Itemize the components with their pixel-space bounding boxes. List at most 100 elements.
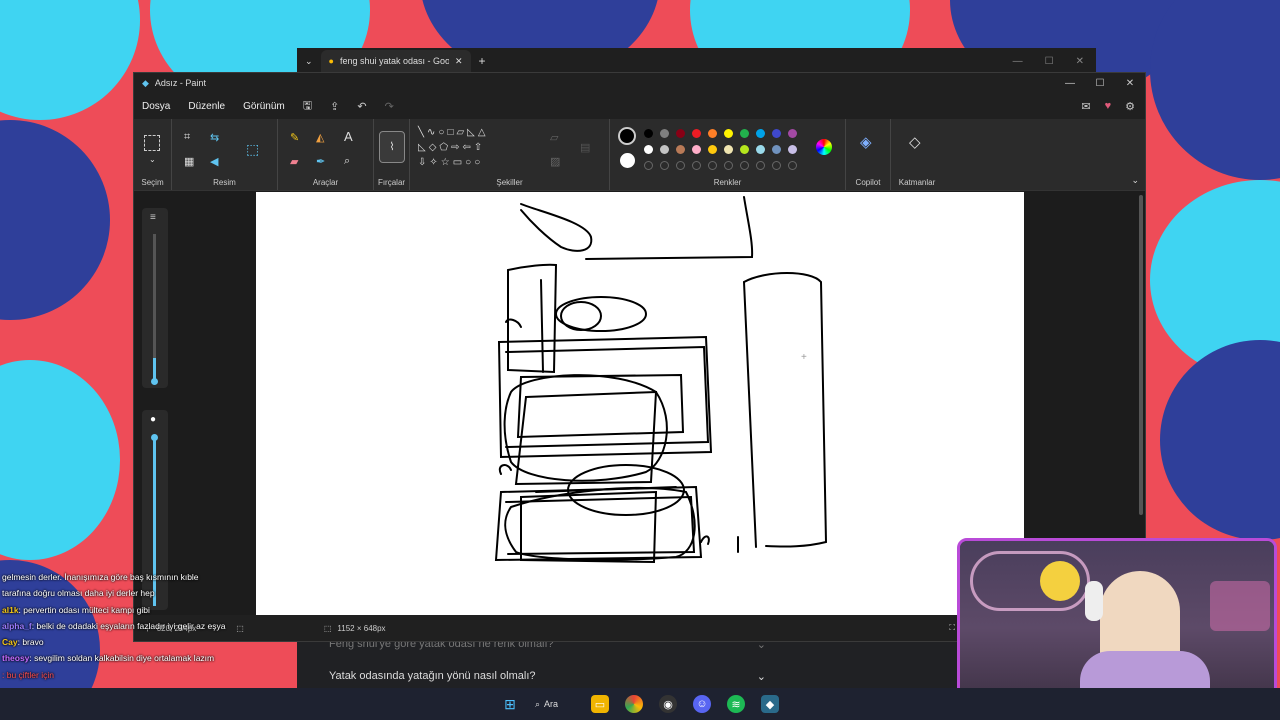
primary-color[interactable]: [618, 127, 636, 145]
save-icon[interactable]: 🖫: [303, 97, 312, 116]
palette-color[interactable]: [708, 129, 717, 138]
palette-color[interactable]: [772, 129, 781, 138]
close-icon[interactable]: ✕: [1076, 56, 1084, 67]
palette-color[interactable]: [756, 129, 765, 138]
brush-icon[interactable]: ⌇: [379, 131, 405, 163]
size-icon[interactable]: ▤: [580, 141, 590, 154]
crop-icon[interactable]: ⌗: [184, 131, 190, 144]
fit-icon[interactable]: ⛶: [949, 623, 955, 633]
custom-color-slot[interactable]: [660, 161, 669, 170]
group-label: Fırçalar: [377, 178, 406, 187]
custom-color-slot[interactable]: [692, 161, 701, 170]
chat-username[interactable]: theosy: [2, 653, 29, 663]
flip-icon[interactable]: ◀: [210, 155, 218, 168]
palette-color[interactable]: [644, 129, 653, 138]
account-icon[interactable]: ♥: [1105, 100, 1112, 113]
palette-color[interactable]: [756, 145, 765, 154]
discord-icon[interactable]: ☺: [693, 695, 711, 713]
selection-icon[interactable]: [144, 135, 160, 151]
custom-color-slot[interactable]: [756, 161, 765, 170]
chat-message: gelmesin derler. İnanışımıza göre baş kı…: [2, 569, 227, 602]
file-explorer-icon[interactable]: ▭: [591, 695, 609, 713]
eraser-icon[interactable]: ▰: [290, 155, 298, 168]
palette-color[interactable]: [692, 145, 701, 154]
color-picker-icon[interactable]: ✒: [316, 155, 325, 168]
chevron-down-icon[interactable]: ⌄: [149, 155, 156, 164]
minimize-icon[interactable]: —: [1055, 78, 1085, 89]
text-icon[interactable]: A: [344, 129, 353, 144]
chrome-icon[interactable]: [625, 695, 643, 713]
browser-tab[interactable]: ● feng shui yatak odası - Google ✕: [320, 50, 471, 72]
palette-color[interactable]: [676, 129, 685, 138]
palette-color[interactable]: [660, 145, 669, 154]
chat-username[interactable]: alpha_f: [2, 621, 32, 631]
menu-file[interactable]: Dosya: [142, 101, 170, 112]
slider-thumb[interactable]: [151, 378, 158, 385]
fill-icon[interactable]: ◭: [316, 131, 324, 144]
palette-color[interactable]: [676, 145, 685, 154]
palette-color[interactable]: [660, 129, 669, 138]
outline-icon[interactable]: ▱: [550, 131, 558, 144]
edit-colors-icon[interactable]: [816, 139, 832, 155]
palette-color[interactable]: [724, 129, 733, 138]
palette-color[interactable]: [724, 145, 733, 154]
palette-color[interactable]: [708, 145, 717, 154]
settings-icon[interactable]: ⚙: [1125, 100, 1135, 113]
slider-thumb[interactable]: [151, 434, 158, 441]
palette-color[interactable]: [740, 145, 749, 154]
feedback-icon[interactable]: ✉: [1081, 100, 1090, 113]
chat-username[interactable]: al1k: [2, 605, 19, 615]
google-icon: ●: [328, 56, 334, 66]
shapes-gallery[interactable]: ╲∿○□▱◺△ ◺◇⬠⇨⇦⇧ ⇩✧☆▭○○: [418, 125, 489, 170]
vertical-scrollbar[interactable]: [1139, 195, 1143, 515]
maximize-icon[interactable]: ☐: [1085, 78, 1115, 89]
close-icon[interactable]: ✕: [1115, 78, 1145, 89]
close-tab-icon[interactable]: ✕: [455, 56, 463, 67]
menu-view[interactable]: Görünüm: [243, 101, 285, 112]
tab-list-icon[interactable]: ⌄: [305, 56, 313, 67]
drawing-canvas[interactable]: +: [256, 192, 1024, 617]
share-icon[interactable]: ⇪: [330, 100, 339, 113]
custom-color-slot[interactable]: [772, 161, 781, 170]
custom-color-slot[interactable]: [788, 161, 797, 170]
palette-color[interactable]: [788, 145, 797, 154]
palette-color[interactable]: [644, 145, 653, 154]
custom-color-slot[interactable]: [740, 161, 749, 170]
rotate-icon[interactable]: ▦: [184, 155, 194, 168]
doodle-drawing: [494, 196, 828, 564]
secondary-color[interactable]: [620, 153, 635, 168]
spotify-icon[interactable]: ≋: [727, 695, 745, 713]
faq-item[interactable]: Yatak odasında yatağın yönü nasıl olmalı…: [329, 670, 766, 683]
ribbon: ⌄ Seçim ⌗ ⇆ ▦ ◀ ⬚ Resim ✎ ◭ A ▰ ✒ ⌕ Araç…: [134, 119, 1145, 191]
palette-color[interactable]: [692, 129, 701, 138]
custom-color-slot[interactable]: [708, 161, 717, 170]
shape-fill-icon[interactable]: ▨: [550, 155, 560, 168]
minimize-icon[interactable]: —: [1013, 56, 1023, 67]
undo-icon[interactable]: ↶: [357, 100, 366, 113]
menu-edit[interactable]: Düzenle: [188, 101, 225, 112]
obs-icon[interactable]: ◉: [659, 695, 677, 713]
faq-question: Yatak odasında yatağın yönü nasıl olmalı…: [329, 670, 536, 682]
shapes-group: ╲∿○□▱◺△ ◺◇⬠⇨⇦⇧ ⇩✧☆▭○○ ▱ ▨ ▤ Şekiller: [410, 119, 610, 190]
paint-taskbar-icon[interactable]: ◆: [761, 695, 779, 713]
copilot-icon[interactable]: ◈: [860, 133, 872, 151]
palette-color[interactable]: [740, 129, 749, 138]
magnifier-icon[interactable]: ⌕: [344, 155, 350, 168]
image-icon[interactable]: ⬚: [246, 141, 259, 158]
custom-color-slot[interactable]: [644, 161, 653, 170]
custom-color-slot[interactable]: [676, 161, 685, 170]
palette-color[interactable]: [772, 145, 781, 154]
custom-color-slot[interactable]: [724, 161, 733, 170]
start-icon[interactable]: ⊞: [501, 695, 519, 713]
resize-icon[interactable]: ⇆: [210, 131, 219, 144]
pencil-icon[interactable]: ✎: [290, 131, 299, 144]
brush-size-slider[interactable]: ≡: [142, 208, 168, 388]
layers-icon[interactable]: ◇: [909, 133, 921, 151]
palette-color[interactable]: [788, 129, 797, 138]
chevron-down-icon[interactable]: ⌄: [1131, 175, 1139, 186]
new-tab-button[interactable]: +: [479, 54, 486, 68]
maximize-icon[interactable]: ☐: [1045, 56, 1054, 67]
chat-username[interactable]: Cay: [2, 637, 18, 647]
taskbar-search[interactable]: ⌕ Ara: [535, 699, 575, 710]
redo-icon[interactable]: ↷: [385, 100, 394, 113]
